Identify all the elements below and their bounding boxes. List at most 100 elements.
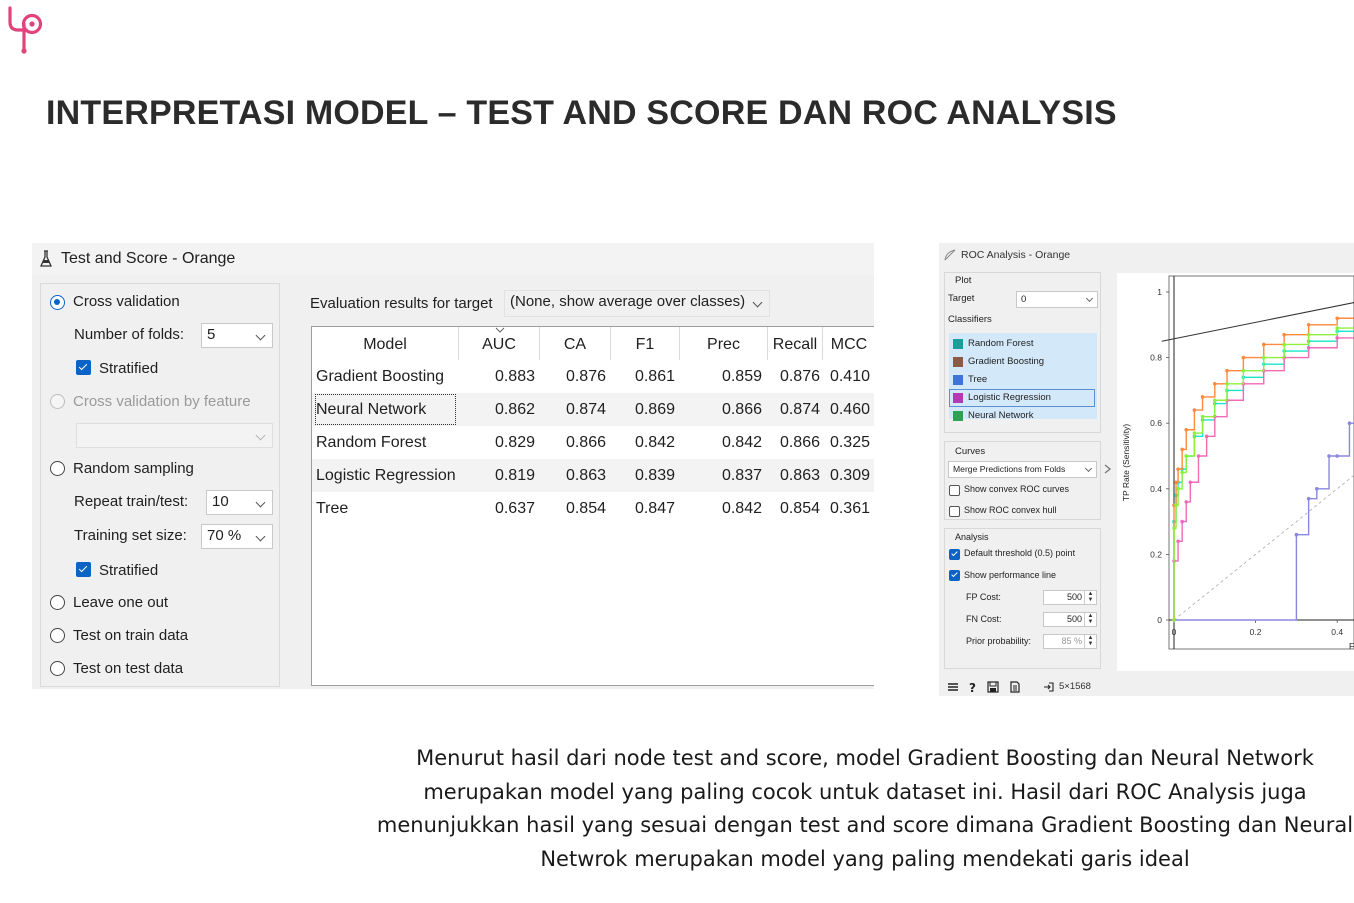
cell-recall: 0.863 — [779, 467, 820, 484]
random-sampling-label[interactable]: Random sampling — [73, 460, 194, 477]
column-header-auc[interactable]: AUC — [459, 327, 540, 360]
cross-validation-by-feature-label[interactable]: Cross validation by feature — [73, 393, 251, 410]
test-on-train-label[interactable]: Test on train data — [73, 627, 188, 644]
classifier-item[interactable]: Gradient Boosting — [950, 354, 1094, 370]
cell-ca: 0.876 — [565, 368, 606, 385]
roc-point — [1176, 539, 1180, 544]
y-tick-label: 0 — [1157, 615, 1162, 625]
default-threshold-label[interactable]: Default threshold (0.5) point — [964, 548, 1075, 558]
cell-f1: 0.839 — [634, 467, 675, 484]
show-convex-roc-checkbox[interactable] — [949, 485, 960, 496]
x-tick-label: 0.4 — [1331, 627, 1343, 637]
collapse-panel-icon[interactable] — [1103, 463, 1113, 475]
column-header-prec[interactable]: Prec — [680, 327, 768, 360]
cell-mcc: 0.410 — [829, 368, 870, 385]
cell-ca: 0.866 — [565, 434, 606, 451]
classifier-color-swatch — [953, 393, 963, 403]
roc-point — [1176, 487, 1180, 491]
classifier-label: Logistic Regression — [968, 392, 1051, 403]
roc-point — [1200, 395, 1205, 399]
classifier-item[interactable]: Neural Network — [950, 408, 1094, 424]
table-row[interactable]: Logistic Regression 0.819 0.863 0.839 0.837 0… — [312, 459, 874, 492]
evaluation-target-select[interactable]: (None, show average over classes) — [504, 290, 770, 317]
classifier-item[interactable]: Random Forest — [950, 336, 1094, 352]
prior-probability-spinbox[interactable]: 85 % ▲ ▼ — [1043, 634, 1097, 649]
plot-box-label: Plot — [955, 275, 972, 286]
chevron-down-icon — [1085, 294, 1094, 303]
curves-label: Curves — [955, 446, 986, 457]
flask-icon — [40, 250, 52, 267]
curves-settings-box: Curves Merge Predictions from Folds Show… — [944, 441, 1101, 520]
cross-validation-label[interactable]: Cross validation — [73, 293, 180, 310]
results-panel: Evaluation results for target (None, sho… — [310, 283, 874, 689]
prior-probability-value: 85 % — [1061, 636, 1082, 646]
stratified-label[interactable]: Stratified — [99, 562, 158, 579]
number-of-folds-select[interactable]: 5 — [201, 323, 273, 348]
help-icon[interactable]: ? — [968, 681, 978, 693]
prior-probability-label: Prior probability: — [966, 636, 1032, 646]
roc-point — [1174, 503, 1178, 507]
cell-ca: 0.854 — [565, 500, 606, 517]
classifier-label: Tree — [968, 374, 988, 385]
spin-arrows-icon[interactable]: ▲ ▼ — [1084, 613, 1096, 626]
fp-cost-spinbox[interactable]: 500 ▲ ▼ — [1043, 590, 1097, 605]
roc-point — [1200, 414, 1205, 419]
cross-validation-by-feature-radio[interactable] — [50, 394, 65, 409]
chevron-down-icon — [1084, 464, 1093, 473]
number-of-folds-label: Number of folds: — [74, 326, 185, 343]
repeat-train-test-select[interactable]: 10 — [206, 490, 273, 515]
y-tick-label: 0.8 — [1150, 353, 1162, 363]
classifier-item[interactable]: Logistic Regression — [949, 389, 1095, 407]
column-header-f1[interactable]: F1 — [611, 327, 680, 360]
stratified-checkbox[interactable] — [76, 360, 91, 375]
column-header-ca[interactable]: CA — [540, 327, 611, 360]
column-header-recall[interactable]: Recall — [768, 327, 823, 360]
stratified-label[interactable]: Stratified — [99, 360, 158, 377]
spin-arrows-icon[interactable]: ▲ ▼ — [1084, 591, 1096, 604]
cross-validation-radio[interactable] — [50, 295, 65, 310]
table-row[interactable]: Gradient Boosting 0.883 0.876 0.861 0.859 0.8… — [312, 360, 874, 393]
brand-logo-icon — [8, 6, 43, 54]
show-performance-line-checkbox[interactable] — [949, 570, 960, 581]
roc-point — [1335, 336, 1339, 340]
show-performance-line-label[interactable]: Show performance line — [964, 570, 1056, 580]
chevron-down-icon — [255, 531, 266, 542]
save-icon[interactable] — [987, 681, 999, 693]
table-row[interactable]: Tree 0.637 0.854 0.847 0.842 0.854 0.361 — [312, 492, 874, 525]
roc-point — [1180, 470, 1184, 475]
classifier-color-swatch — [953, 357, 963, 367]
svg-text:?: ? — [969, 681, 976, 693]
target-select[interactable]: 0 — [1016, 291, 1098, 308]
roc-point — [1306, 496, 1311, 501]
stratified-checkbox[interactable] — [76, 562, 91, 577]
test-on-test-radio[interactable] — [50, 661, 65, 676]
report-icon[interactable] — [1009, 681, 1021, 693]
output-icon — [1044, 682, 1054, 692]
training-set-size-select[interactable]: 70 % — [201, 524, 273, 549]
table-row[interactable]: Random Forest 0.829 0.866 0.842 0.842 0.866 0.… — [312, 426, 874, 459]
test-and-score-window: Test and Score - Orange Cross validation… — [32, 243, 874, 689]
menu-icon[interactable] — [947, 681, 959, 693]
fp-cost-label: FP Cost: — [966, 592, 1001, 602]
default-threshold-checkbox[interactable] — [949, 549, 960, 560]
x-tick-label: 0 — [1172, 627, 1177, 637]
show-convex-hull-checkbox[interactable] — [949, 506, 960, 517]
leave-one-out-label[interactable]: Leave one out — [73, 594, 168, 611]
random-sampling-radio[interactable] — [50, 461, 65, 476]
roc-point — [1192, 408, 1197, 412]
classifier-item[interactable]: Tree — [950, 372, 1094, 388]
column-header-mcc[interactable]: MCC — [823, 327, 874, 360]
classifiers-list[interactable]: Random Forest Gradient Boosting Tree Logist… — [949, 333, 1097, 421]
leave-one-out-radio[interactable] — [50, 595, 65, 610]
show-convex-roc-label[interactable]: Show convex ROC curves — [964, 484, 1069, 494]
feature-select[interactable] — [76, 423, 273, 448]
show-convex-hull-label[interactable]: Show ROC convex hull — [964, 505, 1057, 515]
table-row[interactable]: Neural Network 0.862 0.874 0.869 0.866 0.874 0… — [312, 393, 874, 426]
test-on-train-radio[interactable] — [50, 628, 65, 643]
merge-predictions-select[interactable]: Merge Predictions from Folds — [948, 461, 1097, 478]
test-on-test-label[interactable]: Test on test data — [73, 660, 183, 677]
roc-point — [1335, 316, 1339, 321]
fn-cost-spinbox[interactable]: 500 ▲ ▼ — [1043, 612, 1097, 627]
column-header-model[interactable]: Model — [312, 327, 459, 360]
spin-arrows-icon[interactable]: ▲ ▼ — [1084, 635, 1096, 648]
